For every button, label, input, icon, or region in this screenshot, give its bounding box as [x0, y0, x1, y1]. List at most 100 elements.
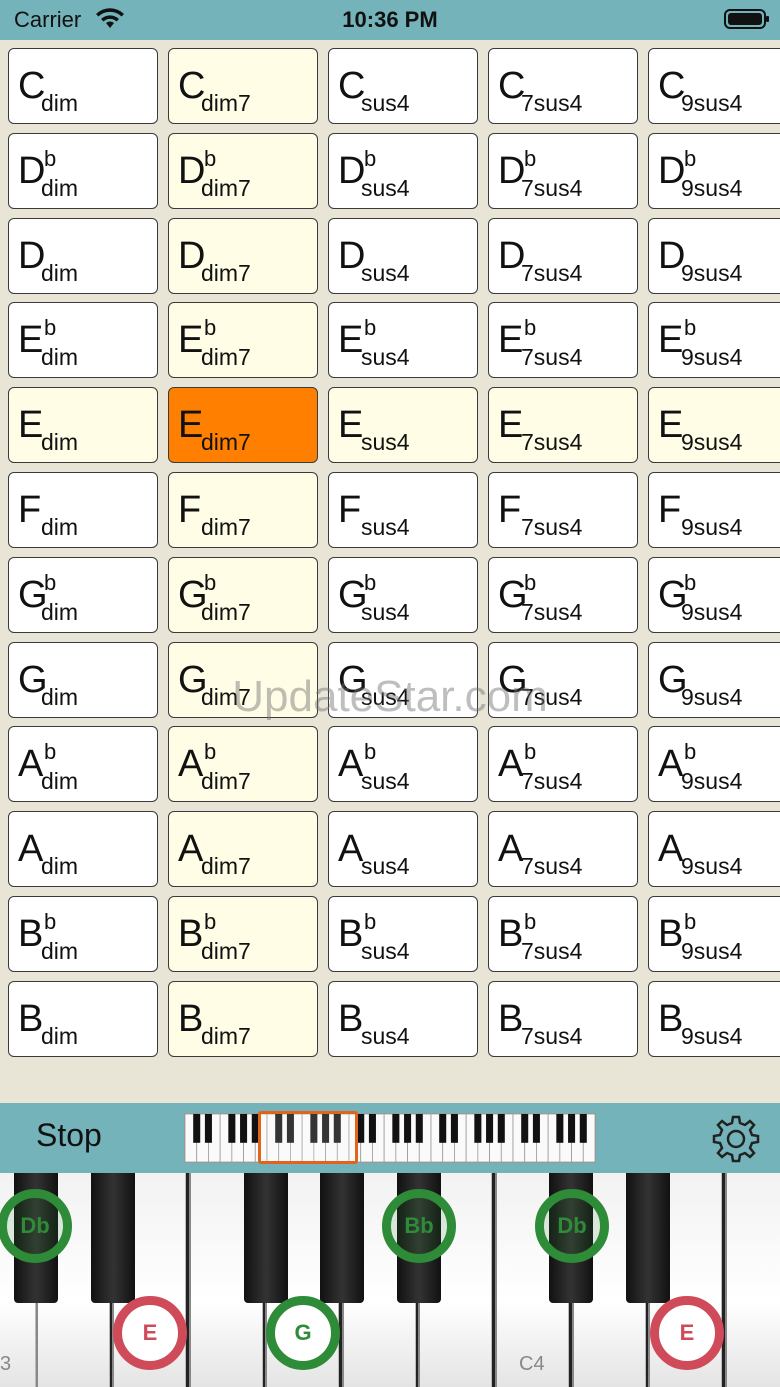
- chord-button[interactable]: Gb sus4: [328, 556, 478, 633]
- chord-quality: 9sus4: [681, 683, 743, 710]
- chord-button[interactable]: G 7sus4: [488, 641, 638, 718]
- chord-button[interactable]: D 9sus4: [648, 217, 780, 294]
- chord-button[interactable]: Asus4: [328, 811, 478, 888]
- mini-keyboard-navigator[interactable]: [184, 1113, 596, 1163]
- chord-button[interactable]: Adim: [8, 811, 158, 888]
- chord-button[interactable]: Ab dim7: [168, 726, 318, 803]
- chord-quality: dim: [41, 174, 79, 201]
- chord-button[interactable]: Eb dim: [8, 302, 158, 379]
- chord-button[interactable]: Bb sus4: [328, 896, 478, 972]
- chord-button[interactable]: Ddim: [8, 217, 158, 294]
- chord-button[interactable]: Ab 9sus4: [648, 726, 780, 803]
- chord-button[interactable]: Edim: [8, 387, 158, 464]
- chord-button[interactable]: Edim7: [168, 387, 318, 464]
- chord-button[interactable]: Bb 7sus4: [488, 896, 638, 972]
- chord-button[interactable]: Adim7: [168, 811, 318, 888]
- chord-button[interactable]: Db 7sus4: [488, 132, 638, 209]
- chord-button[interactable]: Bsus4: [328, 980, 478, 1057]
- chord-quality: 9sus4: [681, 259, 743, 286]
- chord-button[interactable]: Esus4: [328, 387, 478, 464]
- piano-black-key[interactable]: [91, 1173, 135, 1303]
- chord-button[interactable]: Eb dim7: [168, 302, 318, 379]
- chord-button[interactable]: C 9sus4: [648, 48, 780, 124]
- chord-button[interactable]: Bb dim: [8, 896, 158, 972]
- chord-root: B: [178, 913, 204, 955]
- chord-button[interactable]: D 7sus4: [488, 217, 638, 294]
- mini-black-key: [439, 1114, 447, 1143]
- chord-quality: 7sus4: [521, 768, 583, 795]
- chord-button[interactable]: E 7sus4: [488, 387, 638, 464]
- chord-button[interactable]: Ddim7: [168, 217, 318, 294]
- chord-button[interactable]: Gsus4: [328, 641, 478, 718]
- chord-button[interactable]: Eb sus4: [328, 302, 478, 379]
- chord-button[interactable]: Db 9sus4: [648, 132, 780, 209]
- piano-black-key[interactable]: [244, 1173, 288, 1303]
- chord-quality: sus4: [361, 259, 410, 286]
- chord-button[interactable]: Cdim7: [168, 48, 318, 124]
- chord-button[interactable]: Eb 7sus4: [488, 302, 638, 379]
- chord-button[interactable]: Gb 9sus4: [648, 556, 780, 633]
- chord-button[interactable]: Gb 7sus4: [488, 556, 638, 633]
- chord-quality: dim7: [201, 429, 251, 456]
- chord-button[interactable]: B 9sus4: [648, 980, 780, 1057]
- chord-button[interactable]: A 7sus4: [488, 811, 638, 888]
- chord-button[interactable]: Fsus4: [328, 472, 478, 548]
- gear-icon[interactable]: [710, 1113, 762, 1165]
- chord-button[interactable]: Db dim: [8, 132, 158, 209]
- chord-quality: sus4: [361, 1022, 410, 1049]
- chord-quality: dim: [41, 938, 79, 964]
- chord-button[interactable]: Ab 7sus4: [488, 726, 638, 803]
- chord-root: A: [658, 828, 684, 871]
- piano-keyboard[interactable]: 3 C4 Db E G Bb Db E: [0, 1173, 780, 1387]
- chord-button[interactable]: Bdim: [8, 980, 158, 1057]
- chord-button[interactable]: Ab dim: [8, 726, 158, 803]
- chord-button[interactable]: Csus4: [328, 48, 478, 124]
- chord-button[interactable]: Fdim: [8, 472, 158, 548]
- chord-flat: b: [364, 909, 377, 934]
- mini-black-key: [450, 1114, 458, 1143]
- piano-white-key[interactable]: [725, 1173, 780, 1387]
- chord-quality: 9sus4: [681, 429, 743, 456]
- chord-quality: 7sus4: [521, 344, 583, 371]
- chord-button[interactable]: Bb 9sus4: [648, 896, 780, 972]
- chord-button[interactable]: A 9sus4: [648, 811, 780, 888]
- chord-button[interactable]: Ab sus4: [328, 726, 478, 803]
- chord-button[interactable]: Gb dim7: [168, 556, 318, 633]
- mini-black-key: [193, 1114, 201, 1143]
- chord-root: A: [338, 828, 364, 871]
- keyboard-range-window[interactable]: [258, 1111, 358, 1164]
- chord-button[interactable]: Dsus4: [328, 217, 478, 294]
- chord-button[interactable]: Db dim7: [168, 132, 318, 209]
- chord-quality: 7sus4: [521, 429, 583, 456]
- chord-button[interactable]: Db sus4: [328, 132, 478, 209]
- chord-quality: 7sus4: [521, 259, 583, 286]
- piano-black-key[interactable]: [320, 1173, 364, 1303]
- chord-grid: Cdim Cdim7 Csus4 C 7sus4 C 9sus4 Db dim Db dim7 Db s…: [0, 40, 780, 1103]
- note-marker: G: [266, 1296, 340, 1370]
- chord-button[interactable]: Gdim7: [168, 641, 318, 718]
- chord-button[interactable]: C 7sus4: [488, 48, 638, 124]
- chord-button[interactable]: F 9sus4: [648, 472, 780, 548]
- stop-button[interactable]: Stop: [36, 1117, 102, 1154]
- chord-root: B: [18, 913, 44, 955]
- chord-button[interactable]: F 7sus4: [488, 472, 638, 548]
- chord-button[interactable]: Gb dim: [8, 556, 158, 633]
- chord-flat: b: [524, 569, 537, 595]
- chord-button[interactable]: Cdim: [8, 48, 158, 124]
- chord-button[interactable]: G 9sus4: [648, 641, 780, 718]
- chord-quality: dim: [41, 90, 79, 116]
- chord-button[interactable]: Eb 9sus4: [648, 302, 780, 379]
- chord-button[interactable]: Bdim7: [168, 980, 318, 1057]
- chord-button[interactable]: Fdim7: [168, 472, 318, 548]
- chord-button[interactable]: B 7sus4: [488, 980, 638, 1057]
- chord-button[interactable]: Gdim: [8, 641, 158, 718]
- status-time: 10:36 PM: [342, 7, 438, 32]
- chord-button[interactable]: E 9sus4: [648, 387, 780, 464]
- octave-label: C4: [519, 1353, 545, 1375]
- chord-flat: b: [524, 909, 537, 934]
- chord-quality: dim7: [201, 174, 251, 201]
- mini-black-key: [474, 1114, 482, 1143]
- chord-button[interactable]: Bb dim7: [168, 896, 318, 972]
- piano-black-key[interactable]: [626, 1173, 670, 1303]
- chord-quality: 7sus4: [521, 174, 583, 201]
